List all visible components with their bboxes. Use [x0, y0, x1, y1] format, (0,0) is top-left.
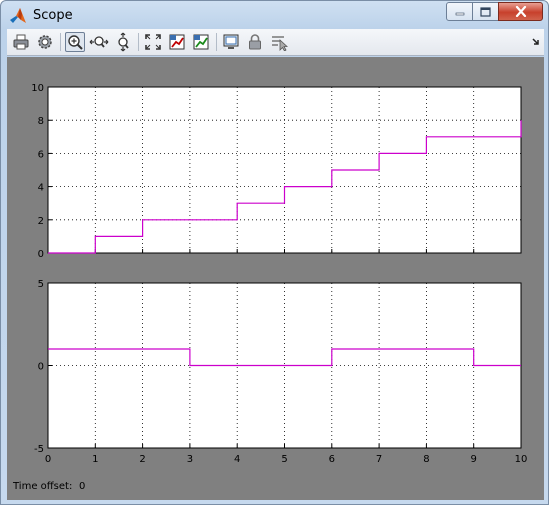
toolbar-separator: [60, 33, 61, 51]
plot-2-xtick-label: 0: [45, 454, 51, 465]
save-axes-icon: [169, 34, 185, 50]
matlab-logo-icon: [10, 8, 26, 23]
signal-selection-button[interactable]: [269, 32, 289, 52]
scope-figure: 0 2 4 6 8 10 -5 0 5 0 1 2 3 4 5 6 7 8 9 10 Time offset: 0: [7, 57, 544, 500]
plot-2-xtick-label: 3: [187, 454, 193, 465]
plot-2-xtick-label: 8: [423, 454, 429, 465]
title-bar[interactable]: Scope: [1, 1, 548, 31]
toolbar-separator: [138, 33, 139, 51]
autoscale-button[interactable]: [143, 32, 163, 52]
plot-2-ytick-label: 5: [38, 279, 44, 290]
zoom-y-icon: [118, 32, 129, 52]
autoscale-icon: [145, 34, 161, 50]
time-offset-label: Time offset:: [13, 481, 73, 492]
plot-2-xtick-label: 4: [234, 454, 240, 465]
toolbar-separator: [216, 33, 217, 51]
lock-axes-button[interactable]: [245, 32, 265, 52]
plot-1-ytick-label: 10: [31, 83, 44, 94]
dock-arrow-button[interactable]: [530, 32, 542, 52]
plot-2-xtick-label: 1: [92, 454, 98, 465]
restore-axes-icon: [193, 34, 209, 50]
zoom-button[interactable]: [65, 32, 85, 52]
toolbar: [7, 29, 544, 56]
scope-plots: 0246810-5050 1 2 3 4 5 6 7 8 9 10: [31, 83, 528, 465]
floating-scope-icon: [223, 34, 239, 49]
plot-2-xtick-label: 7: [376, 454, 382, 465]
minimize-button[interactable]: [446, 2, 473, 21]
zoom-icon: [68, 35, 83, 50]
scope-window: Scope 0 2 4 6 8 10 -5 0 5 0 1 2 3 4 5 6 …: [0, 0, 549, 505]
maximize-button[interactable]: [472, 2, 499, 21]
parameters-icon: [38, 35, 52, 49]
print-button[interactable]: [11, 32, 31, 52]
plot-2-ytick-label: 0: [38, 362, 44, 373]
minimize-icon: [455, 12, 464, 15]
parameters-button[interactable]: [35, 32, 55, 52]
plot-1-ytick-label: 8: [38, 116, 44, 127]
maximize-icon: [480, 6, 491, 17]
window-title: Scope: [33, 8, 73, 23]
floating-scope-button[interactable]: [221, 32, 241, 52]
plot-2-xtick-label: 10: [515, 454, 528, 465]
plot-1-ytick-label: 6: [38, 149, 44, 160]
plot-2-xtick-label: 6: [329, 454, 335, 465]
zoom-y-button[interactable]: [113, 32, 133, 52]
close-icon: [515, 6, 526, 17]
print-icon: [13, 34, 29, 50]
zoom-x-button[interactable]: [89, 32, 109, 52]
plot-2-xtick-label: 5: [281, 454, 287, 465]
signal-selection-icon: [272, 36, 288, 51]
plot-2-ytick-label: -5: [34, 444, 44, 455]
zoom-x-icon: [89, 36, 109, 48]
plot-2-xtick-label: 2: [139, 454, 145, 465]
dock-arrow-icon: [532, 38, 539, 45]
plot-1-ytick-label: 4: [38, 183, 44, 194]
lock-axes-icon: [249, 34, 261, 50]
close-button[interactable]: [498, 2, 543, 21]
plot-2-xtick-label: 9: [471, 454, 477, 465]
save-axes-button[interactable]: [167, 32, 187, 52]
plot-1-ytick-label: 2: [38, 216, 44, 227]
time-offset-value: 0: [79, 481, 86, 492]
restore-axes-button[interactable]: [191, 32, 211, 52]
plot-1-ytick-label: 0: [38, 249, 44, 260]
